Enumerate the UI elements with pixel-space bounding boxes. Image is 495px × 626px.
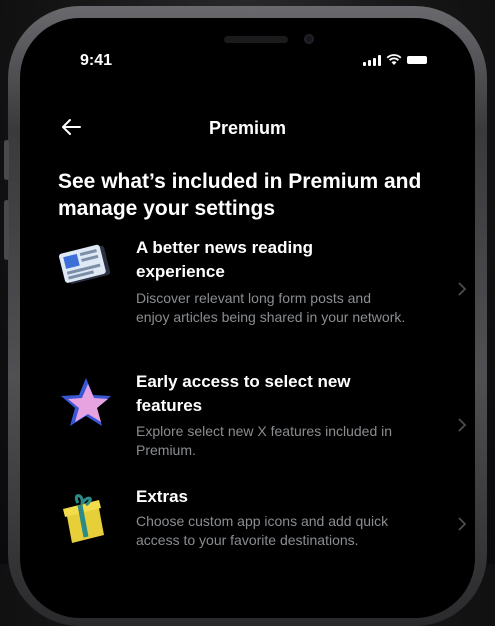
front-camera [304,34,314,44]
speaker-grille [224,36,288,43]
feature-description: Choose custom app icons and add quick ac… [136,513,389,548]
battery-icon [407,56,427,64]
phone-side-button [4,200,9,260]
chevron-right-icon [458,418,467,432]
star-icon [61,378,111,426]
status-time: 9:41 [80,52,113,69]
feature-title: A better news reading experience [136,238,313,281]
feature-news-reading[interactable]: A better news reading experience Discove… [56,236,475,346]
status-icons [363,54,427,66]
gift-icon [63,494,104,543]
feature-description: Discover relevant long form posts and en… [136,290,406,325]
feature-description: Explore select new X features included i… [136,423,393,458]
feature-title: Extras [136,487,188,506]
feature-early-access[interactable]: Early access to select new features Expl… [56,370,475,460]
feature-extras[interactable]: Extras Choose custom app icons and add q… [56,485,475,585]
newspaper-icon [58,244,111,284]
phone-side-button [4,140,9,180]
feature-title: Early access to select new features [136,372,351,415]
premium-headline: See what’s included in Premium and manag… [58,170,422,220]
wifi-icon [386,54,402,65]
page-title: Premium [208,118,287,138]
chevron-right-icon [458,282,467,296]
phone-screen: 9:41 Premium See what’s included in Prem… [20,18,475,618]
chevron-right-icon [458,517,467,531]
signal-icon [363,54,381,66]
